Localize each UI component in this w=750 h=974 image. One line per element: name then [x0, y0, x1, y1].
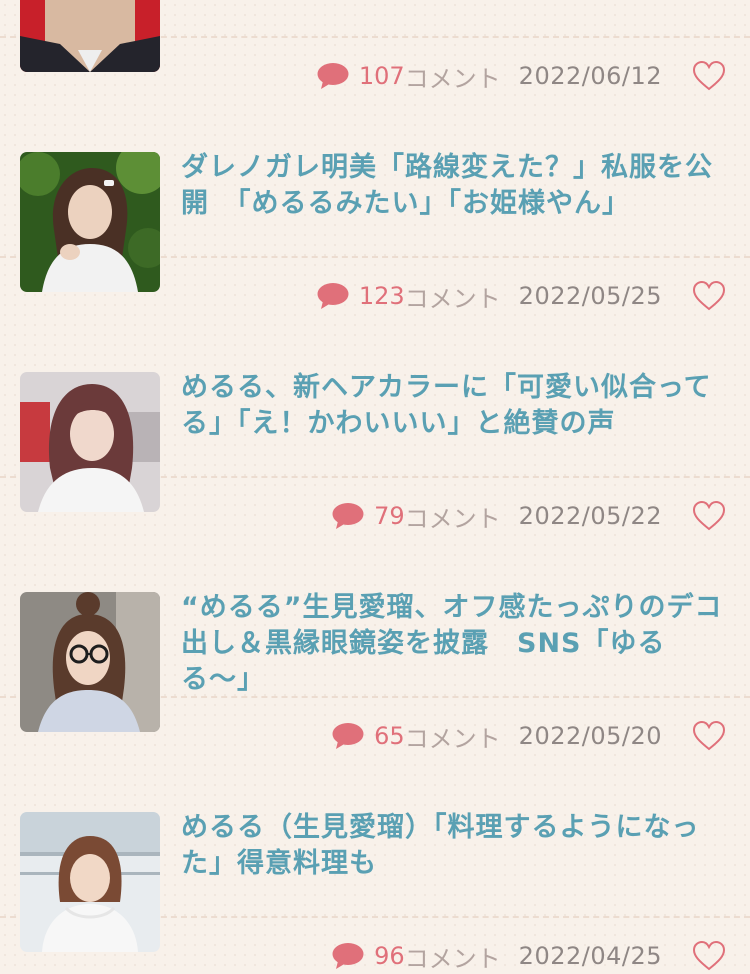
article-thumbnail[interactable] — [20, 812, 160, 952]
speech-bubble-icon — [332, 943, 364, 969]
heart-outline-icon[interactable] — [692, 940, 726, 972]
article-meta: 96 コメント 2022/04/25 — [332, 938, 726, 974]
article-date: 2022/04/25 — [518, 942, 662, 970]
article-title[interactable]: “めるる”生見愛瑠、オフ感たっぷりのデコ出し＆黒縁眼鏡姿を披露 SNS「ゆるる〜… — [181, 590, 731, 698]
article-feed: 107 コメント 2022/06/12 ダレノガレ明美「路線変えた？」私服を公開 — [0, 0, 750, 973]
article-item[interactable]: ダレノガレ明美「路線変えた？」私服を公開 「めるるみたい」「お姫様やん」 123… — [0, 38, 750, 313]
comment-count: 96 — [374, 942, 405, 970]
article-item[interactable]: “めるる”生見愛瑠、オフ感たっぷりのデコ出し＆黒縁眼鏡姿を披露 SNS「ゆるる〜… — [0, 478, 750, 753]
article-title[interactable]: ダレノガレ明美「路線変えた？」私服を公開 「めるるみたい」「お姫様やん」 — [181, 150, 731, 222]
article-title[interactable]: めるる（生見愛瑠）「料理するようになった」得意料理も — [181, 810, 731, 882]
article-title[interactable]: めるる、新ヘアカラーに「可愛い似合ってる」「え！かわいいい」と絶賛の声 — [181, 370, 731, 442]
article-item[interactable]: めるる、新ヘアカラーに「可愛い似合ってる」「え！かわいいい」と絶賛の声 79 コ… — [0, 258, 750, 533]
article-item[interactable]: 107 コメント 2022/06/12 — [0, 0, 750, 93]
article-item[interactable]: めるる（生見愛瑠）「料理するようになった」得意料理も 96 コメント 2022/… — [0, 698, 750, 973]
comment-label: コメント — [404, 944, 501, 973]
